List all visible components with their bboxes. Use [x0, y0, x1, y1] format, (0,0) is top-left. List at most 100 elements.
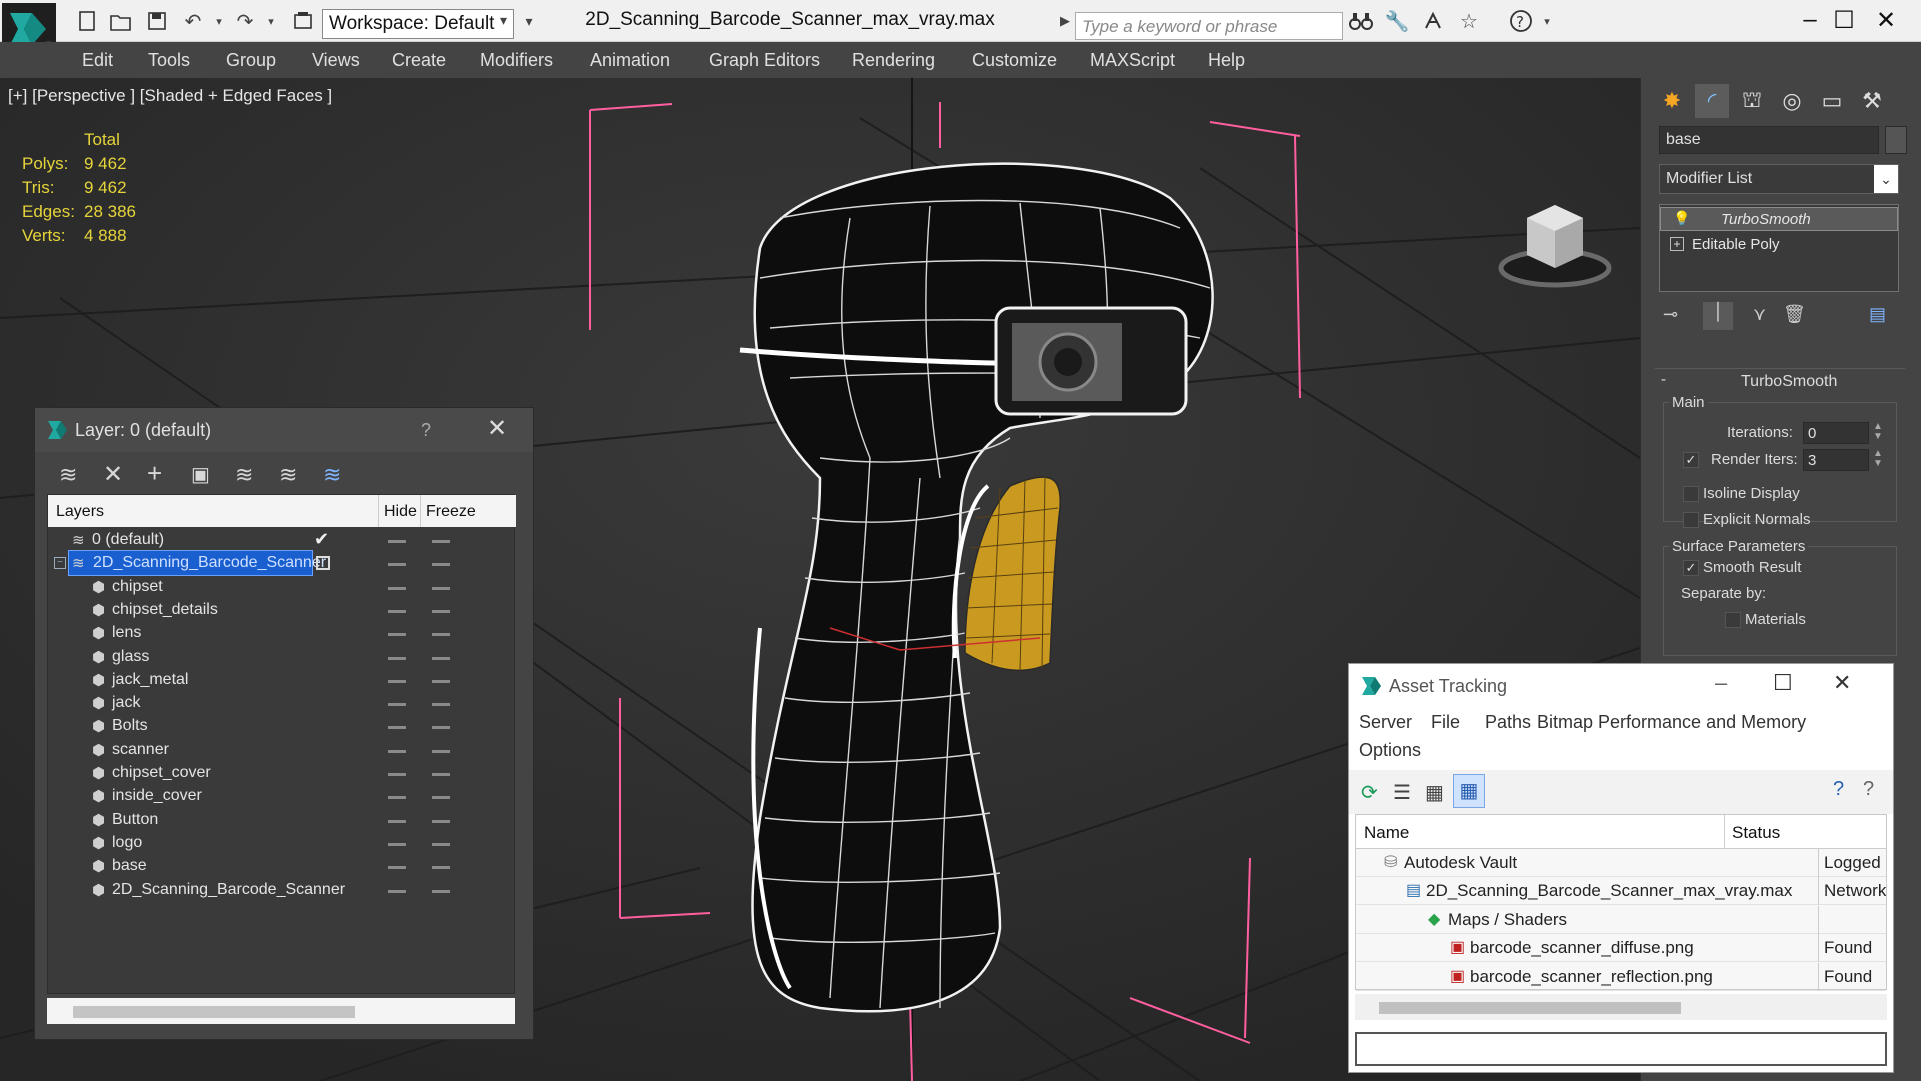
menu-bitmap-performance[interactable]: Bitmap Performance and Memory	[1537, 712, 1806, 733]
workspace-menu-icon[interactable]: ▾	[516, 8, 542, 34]
freeze-toggle[interactable]	[432, 609, 450, 613]
close-icon[interactable]: ✕	[487, 414, 507, 443]
freeze-toggle[interactable]	[432, 633, 450, 637]
hide-toggle[interactable]	[388, 726, 406, 730]
hide-toggle[interactable]	[388, 540, 406, 543]
menu-file[interactable]: File	[1431, 712, 1460, 733]
add-icon[interactable]: +	[147, 458, 162, 489]
redo-icon[interactable]: ↷	[232, 8, 258, 34]
project-icon[interactable]	[290, 8, 316, 34]
hide-toggle[interactable]	[388, 819, 406, 823]
open-file-icon[interactable]	[108, 8, 134, 34]
hide-toggle[interactable]	[388, 586, 406, 590]
show-end-result-icon[interactable]: ⏐	[1703, 302, 1733, 330]
display-tab-icon[interactable]: ▭	[1815, 84, 1849, 118]
menu-customize[interactable]: Customize	[972, 50, 1057, 71]
modifier-list-dropdown[interactable]: Modifier List ⌄	[1659, 164, 1899, 194]
close-icon[interactable]: ✕	[1866, 6, 1906, 36]
scroll-thumb[interactable]	[73, 1006, 355, 1018]
asset-row[interactable]: ▣ barcode_scanner_reflection.png Found	[1356, 962, 1886, 991]
menu-maxscript[interactable]: MAXScript	[1090, 50, 1175, 71]
layer-horizontal-scrollbar[interactable]	[47, 998, 515, 1024]
configure-modifier-sets-icon[interactable]: ▤	[1869, 304, 1886, 325]
minimize-icon[interactable]: –	[1715, 670, 1727, 696]
hide-toggle[interactable]	[388, 796, 406, 800]
freeze-all-layers-icon[interactable]: ≋	[323, 462, 341, 488]
asset-row[interactable]: ▣ barcode_scanner_diffuse.png Found	[1356, 934, 1886, 963]
scroll-thumb[interactable]	[1379, 1002, 1681, 1014]
freeze-toggle[interactable]	[432, 842, 450, 846]
column-name[interactable]: Name	[1364, 823, 1409, 843]
menu-group[interactable]: Group	[226, 50, 276, 71]
hierarchy-tab-icon[interactable]: ⛫	[1735, 84, 1769, 118]
menu-create[interactable]: Create	[392, 50, 446, 71]
collapse-icon[interactable]: −	[54, 557, 66, 570]
hide-toggle[interactable]	[388, 609, 406, 613]
freeze-toggle[interactable]	[432, 749, 450, 753]
stack-item-editable-poly[interactable]: + Editable Poly	[1660, 233, 1898, 257]
table-view-icon[interactable]: ▦	[1453, 774, 1485, 808]
column-layers[interactable]: Layers	[56, 503, 104, 521]
explicit-normals-checkbox[interactable]	[1683, 512, 1699, 528]
render-iters-spinner[interactable]: 3	[1803, 449, 1869, 471]
hide-toggle[interactable]	[388, 889, 406, 893]
collapse-icon[interactable]: -	[1661, 371, 1666, 388]
help-icon[interactable]: ?	[1833, 778, 1844, 801]
hide-toggle[interactable]	[388, 773, 406, 776]
communication-icon[interactable]	[1420, 8, 1446, 34]
help-dropdown-icon[interactable]: ▾	[1534, 8, 1560, 34]
column-freeze[interactable]: Freeze	[426, 503, 476, 521]
menu-options[interactable]: Options	[1359, 740, 1421, 761]
freeze-toggle[interactable]	[432, 889, 450, 893]
new-file-icon[interactable]	[74, 8, 100, 34]
smooth-result-checkbox[interactable]: ✓	[1683, 560, 1699, 576]
hide-toggle[interactable]	[388, 656, 406, 660]
object-row[interactable]: ⬢ 2D_Scanning_Barcode_Scanner	[48, 877, 514, 905]
menu-paths[interactable]: Paths	[1485, 712, 1531, 733]
redo-dropdown-icon[interactable]: ▾	[258, 8, 284, 34]
delete-icon[interactable]: ✕	[103, 460, 123, 489]
hide-toggle[interactable]	[388, 866, 406, 870]
create-tab-icon[interactable]: ✸	[1655, 84, 1689, 118]
menu-views[interactable]: Views	[312, 50, 360, 71]
viewport-label[interactable]: [+] [Perspective ] [Shaded + Edged Faces…	[8, 86, 332, 106]
asset-row[interactable]: ◆ Maps / Shaders	[1356, 905, 1886, 934]
undo-icon[interactable]: ↶	[180, 8, 206, 34]
pin-stack-icon[interactable]: ⊸	[1663, 304, 1678, 325]
asset-row[interactable]: ▤ 2D_Scanning_Barcode_Scanner_max_vray.ma…	[1356, 877, 1886, 906]
close-icon[interactable]: ✕	[1833, 670, 1851, 696]
freeze-toggle[interactable]	[432, 773, 450, 776]
freeze-toggle[interactable]	[432, 866, 450, 870]
menu-server[interactable]: Server	[1359, 712, 1412, 733]
binoculars-icon[interactable]	[1348, 8, 1374, 34]
workspace-select[interactable]: Workspace: Default ▾	[322, 9, 514, 39]
layer-dialog-titlebar[interactable]: Layer: 0 (default) ? ✕	[35, 408, 533, 452]
freeze-toggle[interactable]	[432, 726, 450, 730]
help-icon[interactable]: ?	[421, 420, 431, 441]
asset-horizontal-scrollbar[interactable]	[1355, 994, 1887, 1020]
remove-modifier-icon[interactable]: 🗑	[1783, 304, 1806, 325]
save-icon[interactable]	[144, 8, 170, 34]
create-layer-icon[interactable]: ≋	[59, 462, 77, 488]
column-hide[interactable]: Hide	[384, 503, 417, 521]
expand-icon[interactable]: +	[1670, 237, 1684, 251]
hide-toggle[interactable]	[388, 842, 406, 846]
freeze-toggle[interactable]	[432, 796, 450, 800]
context-help-icon[interactable]: ?	[1863, 778, 1874, 801]
turbosmooth-rollout-header[interactable]: - TurboSmooth	[1655, 368, 1905, 392]
star-icon[interactable]: ☆	[1456, 8, 1482, 34]
render-iters-checkbox[interactable]: ✓	[1683, 452, 1699, 468]
spinner-arrows-icon[interactable]: ▲ ▼	[1873, 449, 1883, 469]
freeze-toggle[interactable]	[432, 540, 450, 543]
isoline-display-checkbox[interactable]	[1683, 486, 1699, 502]
select-in-layer-icon[interactable]: ▣	[191, 462, 210, 487]
thumbnail-view-icon[interactable]: ▦	[1425, 780, 1444, 805]
freeze-toggle[interactable]	[432, 586, 450, 590]
freeze-toggle[interactable]	[432, 656, 450, 660]
make-unique-icon[interactable]: ⋎	[1753, 304, 1766, 325]
freeze-toggle[interactable]	[432, 679, 450, 683]
bulb-icon[interactable]: 💡	[1673, 210, 1690, 227]
menu-modifiers[interactable]: Modifiers	[480, 50, 553, 71]
spinner-arrows-icon[interactable]: ▲ ▼	[1873, 422, 1883, 442]
materials-checkbox[interactable]	[1725, 612, 1741, 628]
